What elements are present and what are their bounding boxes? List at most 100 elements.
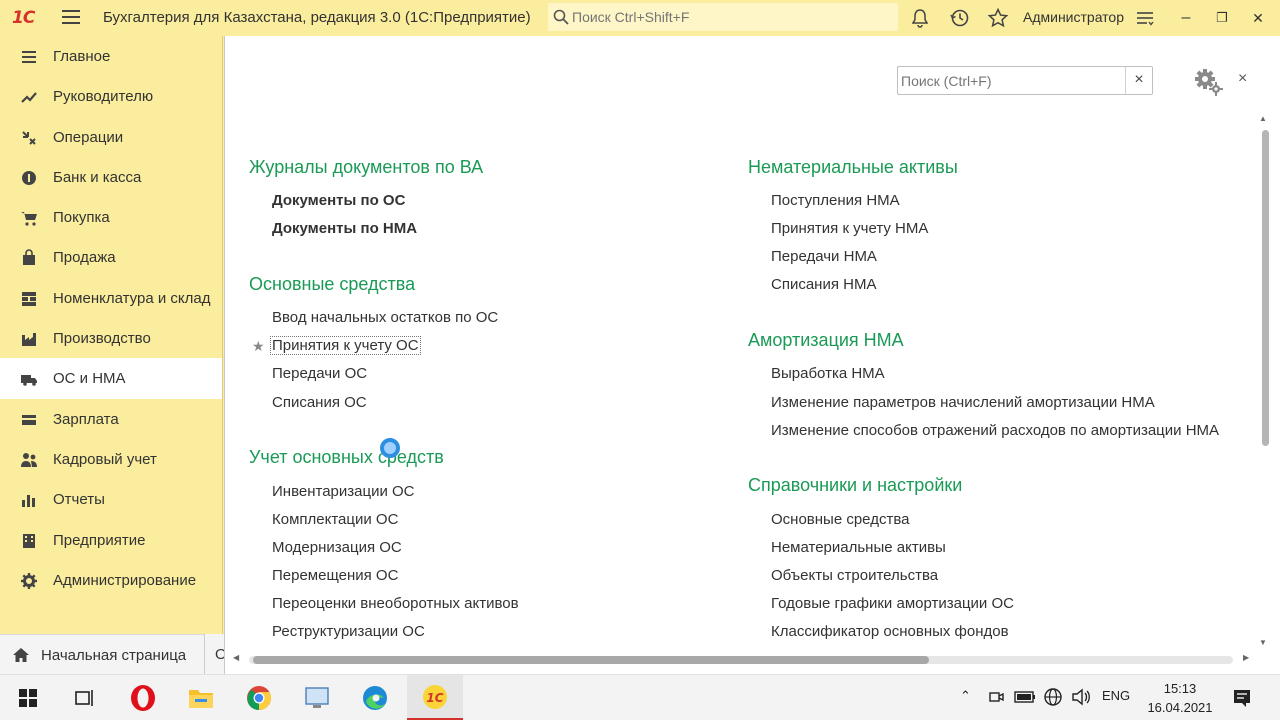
- list-icon: [22, 51, 36, 63]
- restore-button[interactable]: ❐: [1210, 6, 1234, 30]
- panel-close-button[interactable]: ×: [1238, 70, 1247, 88]
- nav-link[interactable]: Изменение параметров начислений амортиза…: [771, 394, 1155, 411]
- favorite-star-icon[interactable]: ★: [252, 338, 265, 355]
- nav-link[interactable]: Выработка НМА: [771, 365, 885, 382]
- sidebar-item-reports[interactable]: Отчеты: [0, 479, 222, 519]
- sidebar-item-admin[interactable]: Администрирование: [0, 560, 222, 600]
- volume-icon[interactable]: [1071, 688, 1091, 706]
- sidebar-item-purchase[interactable]: Покупка: [0, 197, 222, 237]
- sidebar-item-hr[interactable]: Кадровый учет: [0, 439, 222, 479]
- wallet-icon: [22, 414, 36, 425]
- taskbar-opera[interactable]: [115, 675, 171, 720]
- section-title: Учет основных средств: [249, 447, 444, 467]
- mouse-cursor-highlight: [380, 438, 400, 458]
- taskbar-chrome[interactable]: [231, 675, 287, 720]
- taskbar-explorer[interactable]: [173, 675, 229, 720]
- minimize-button[interactable]: –: [1174, 6, 1198, 30]
- task-view-icon: [75, 690, 93, 706]
- section-title: Основные средства: [249, 274, 416, 294]
- nav-link[interactable]: Нематериальные активы: [771, 539, 946, 556]
- scroll-left-arrow[interactable]: ◀: [233, 653, 239, 662]
- app-logo: 1С: [12, 8, 35, 28]
- history-icon[interactable]: [949, 7, 971, 29]
- close-button[interactable]: ✕: [1246, 6, 1270, 30]
- sidebar-item-operations[interactable]: Операции: [0, 117, 222, 157]
- nav-link[interactable]: Основные средства: [771, 511, 909, 528]
- sidebar-item-manager[interactable]: Руководителю: [0, 76, 222, 116]
- scroll-thumb[interactable]: [1262, 130, 1269, 446]
- opera-icon: [131, 685, 155, 711]
- nav-link[interactable]: Списания ОС: [272, 394, 367, 411]
- section-title: Нематериальные активы: [748, 157, 958, 177]
- nav-link[interactable]: Документы по ОС: [272, 192, 405, 209]
- star-icon[interactable]: [987, 7, 1009, 29]
- sidebar-item-enterprise[interactable]: Предприятие: [0, 520, 222, 560]
- sidebar-item-bank[interactable]: Банк и касса: [0, 157, 222, 197]
- home-tab[interactable]: Начальная страница: [0, 634, 224, 674]
- global-search[interactable]: [548, 3, 898, 31]
- 1c-icon: 1С: [423, 684, 447, 709]
- nav-link[interactable]: Годовые графики амортизации ОС: [771, 595, 1014, 612]
- nav-link[interactable]: Ввод начальных остатков по ОС: [272, 309, 498, 326]
- panel-settings-icon[interactable]: [1189, 66, 1225, 96]
- meet-icon[interactable]: [988, 689, 1004, 705]
- scroll-up-arrow[interactable]: ▲: [1259, 114, 1267, 123]
- nav-link[interactable]: Принятия к учету НМА: [771, 220, 928, 237]
- sidebar-item-assets[interactable]: ОС и НМА: [0, 358, 222, 399]
- sidebar-item-production[interactable]: Производство: [0, 318, 222, 358]
- building-icon: [23, 533, 35, 548]
- people-icon: [21, 452, 37, 467]
- home-icon: [13, 648, 29, 662]
- sidebar-item-salary[interactable]: Зарплата: [0, 399, 222, 439]
- taskbar-app-window[interactable]: [289, 675, 345, 720]
- user-name[interactable]: Администратор: [1023, 9, 1124, 25]
- nav-link[interactable]: Передачи ОС: [272, 365, 367, 382]
- bag-icon: [23, 249, 35, 266]
- sidebar-item-stock[interactable]: Номенклатура и склад: [0, 278, 222, 318]
- notifications-icon[interactable]: [1232, 688, 1252, 708]
- network-globe-icon[interactable]: [1043, 687, 1063, 707]
- factory-icon: [22, 333, 36, 347]
- nav-link[interactable]: Классификатор основных фондов: [771, 623, 1009, 640]
- language-indicator[interactable]: ENG: [1102, 688, 1130, 703]
- battery-icon[interactable]: [1014, 690, 1036, 704]
- nav-link[interactable]: Реструктуризации ОС: [272, 623, 425, 640]
- tray-chevron-icon[interactable]: ⌃: [960, 688, 971, 704]
- start-button[interactable]: [0, 675, 56, 720]
- sidebar-item-sales[interactable]: Продажа: [0, 237, 222, 277]
- system-clock[interactable]: 15:13 16.04.2021: [1140, 679, 1220, 717]
- settings-menu-icon[interactable]: [1134, 7, 1156, 29]
- nav-link[interactable]: Модернизация ОС: [272, 539, 402, 556]
- nav-link[interactable]: Комплектации ОС: [272, 511, 398, 528]
- app-title: Бухгалтерия для Казахстана, редакция 3.0…: [103, 9, 531, 26]
- horizontal-scrollbar[interactable]: ◀ ▶: [233, 653, 1253, 665]
- main-menu-icon[interactable]: [62, 10, 80, 26]
- vertical-scrollbar[interactable]: ▲ ▼: [1259, 114, 1269, 654]
- clear-search-button[interactable]: ×: [1125, 67, 1152, 94]
- nav-link[interactable]: Передачи НМА: [771, 248, 877, 265]
- panel-search-input[interactable]: [899, 68, 1121, 93]
- bell-icon[interactable]: [909, 7, 931, 29]
- nav-link[interactable]: Принятия к учету ОС: [270, 336, 421, 355]
- scroll-down-arrow[interactable]: ▼: [1259, 638, 1267, 647]
- scroll-thumb[interactable]: [253, 656, 929, 664]
- nav-link[interactable]: Объекты строительства: [771, 567, 938, 584]
- nav-link[interactable]: Списания НМА: [771, 276, 876, 293]
- nav-link[interactable]: Перемещения ОС: [272, 567, 398, 584]
- nav-link[interactable]: Документы по НМА: [272, 220, 417, 237]
- sidebar-item-main[interactable]: Главное: [0, 36, 222, 76]
- nav-link[interactable]: Инвентаризации ОС: [272, 483, 415, 500]
- panel-search[interactable]: ×: [897, 66, 1153, 95]
- open-tab[interactable]: О: [204, 634, 227, 674]
- taskbar-1c[interactable]: 1С: [407, 675, 463, 720]
- windows-icon: [19, 689, 37, 707]
- task-view-button[interactable]: [57, 675, 113, 720]
- edge-icon: [363, 686, 387, 710]
- nav-link[interactable]: Изменение способов отражений расходов по…: [771, 422, 1219, 439]
- nav-link[interactable]: Переоценки внеоборотных активов: [272, 595, 519, 612]
- taskbar-edge[interactable]: [347, 675, 403, 720]
- global-search-input[interactable]: [572, 6, 892, 28]
- search-icon: [553, 9, 569, 25]
- nav-link[interactable]: Поступления НМА: [771, 192, 900, 209]
- scroll-right-arrow[interactable]: ▶: [1243, 653, 1249, 662]
